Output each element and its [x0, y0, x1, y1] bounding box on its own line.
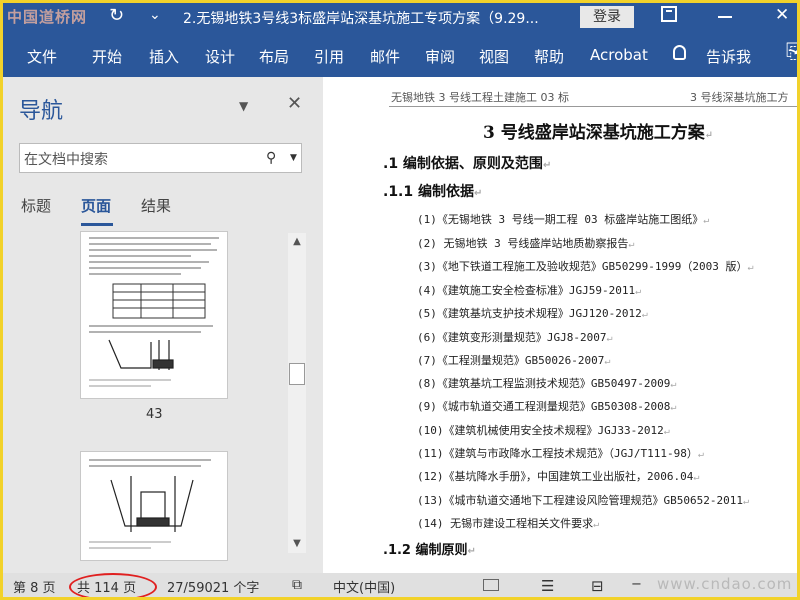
word-count[interactable]: 27/59021 个字: [167, 577, 259, 596]
zoom-out-icon[interactable]: −: [631, 577, 642, 592]
reference-item: (3)《地下铁道工程施工及验收规范》GB50299-1999（2003 版）↵: [417, 260, 754, 273]
lightbulb-icon[interactable]: [673, 45, 686, 60]
tab-home[interactable]: 开始: [92, 46, 122, 67]
reference-item: (8)《建筑基坑工程监测技术规范》GB50497-2009↵: [417, 377, 677, 390]
nav-search-box[interactable]: 在文档中搜索 ⚲ ▼: [19, 143, 302, 173]
ribbon-display-options-icon[interactable]: [661, 6, 677, 22]
tab-help[interactable]: 帮助: [534, 46, 564, 67]
tab-results[interactable]: 结果: [141, 195, 171, 216]
reference-item: (7)《工程测量规范》GB50026-2007↵: [417, 354, 611, 367]
reference-item: (12)《基坑降水手册》，中国建筑工业出版社，2006.04↵: [417, 470, 700, 483]
tab-view[interactable]: 视图: [479, 46, 509, 67]
thumbnail-page-number: 43: [146, 407, 163, 422]
reference-item: (11)《建筑与市政降水工程技术规范》（JGJ/T111-98）↵: [417, 447, 704, 460]
navigation-pane: 导航 ▼ ✕ 在文档中搜索 ⚲ ▼ 标题 页面 结果 43 ▲ ▼: [3, 77, 323, 573]
annotation-circle: [69, 573, 157, 597]
undo-icon[interactable]: ↻: [109, 5, 124, 26]
nav-pane-title: 导航: [19, 99, 64, 124]
active-tab-indicator: [81, 223, 113, 226]
language-indicator[interactable]: 中文(中国): [333, 577, 395, 596]
nav-scrollbar[interactable]: ▲ ▼: [288, 233, 306, 553]
reference-item: (9)《城市轨道交通工程测量规范》GB50308-2008↵: [417, 400, 677, 413]
quick-access-dropdown-icon[interactable]: ⌄: [149, 7, 161, 23]
nav-options-dropdown-icon[interactable]: ▼: [239, 99, 248, 113]
page-thumbnail-preview: [89, 459, 211, 549]
reference-item: (13)《城市轨道交通地下工程建设风险管理规范》GB50652-2011↵: [417, 494, 749, 507]
tab-references[interactable]: 引用: [314, 46, 344, 67]
tab-acrobat[interactable]: Acrobat: [590, 46, 648, 64]
reference-item: (5)《建筑基坑支护技术规程》JGJ120-2012↵: [417, 307, 648, 320]
tab-headings[interactable]: 标题: [21, 195, 51, 216]
web-layout-icon[interactable]: ⊟: [591, 577, 604, 595]
status-bar: 第 8 页 共 114 页 27/59021 个字 ⧉ 中文(中国) ☰ ⊟ −…: [3, 573, 797, 597]
reference-item: (2) 无锡地铁 3 号线盛岸站地质勘察报告↵: [417, 237, 635, 250]
tab-insert[interactable]: 插入: [149, 46, 179, 67]
nav-search-input[interactable]: 在文档中搜索: [24, 149, 108, 169]
focus-mode-icon[interactable]: [483, 579, 499, 591]
title-bar: 中国道桥网 ↻ ⌄ 2.无锡地铁3号线3标盛岸站深基坑施工专项方案（9.29..…: [3, 3, 797, 31]
document-canvas[interactable]: 无锡地铁 3 号线工程土建施工 03 标 3 号线深基坑施工方 3 号线盛岸站深…: [323, 77, 797, 573]
ribbon-tabs: 文件 开始 插入 设计 布局 引用 邮件 审阅 视图 帮助 Acrobat 告诉…: [3, 31, 797, 77]
reference-item: (4)《建筑施工安全检查标准》JGJ59-2011↵: [417, 284, 642, 297]
tab-layout[interactable]: 布局: [259, 46, 289, 67]
tab-review[interactable]: 审阅: [425, 46, 455, 67]
tab-design[interactable]: 设计: [205, 46, 235, 67]
page-indicator[interactable]: 第 8 页: [13, 577, 56, 596]
reference-item: (6)《建筑变形测量规范》JGJ8-2007↵: [417, 331, 613, 344]
scroll-down-icon[interactable]: ▼: [288, 535, 306, 553]
page-header-right: 3 号线深基坑施工方: [690, 91, 789, 104]
tab-file[interactable]: 文件: [27, 46, 57, 67]
minimize-icon[interactable]: [718, 16, 732, 18]
search-icon[interactable]: ⚲: [266, 150, 276, 166]
print-layout-icon[interactable]: ☰: [541, 577, 554, 595]
section-heading: .1 编制依据、原则及范围↵: [383, 156, 552, 172]
reference-item: (10)《建筑机械使用安全技术规程》JGJ33-2012↵: [417, 424, 670, 437]
page-thumbnail[interactable]: [80, 231, 228, 399]
subsection-heading: .1.2 编制原则↵: [383, 543, 476, 558]
search-options-dropdown-icon[interactable]: ▼: [290, 153, 297, 163]
subsection-heading: .1.1 编制依据↵: [383, 184, 483, 200]
reference-item: (14) 无锡市建设工程相关文件要求↵: [417, 517, 600, 530]
share-icon[interactable]: ⎘: [786, 39, 797, 63]
scroll-up-icon[interactable]: ▲: [288, 233, 306, 251]
app-window: 中国道桥网 ↻ ⌄ 2.无锡地铁3号线3标盛岸站深基坑施工专项方案（9.29..…: [0, 0, 800, 600]
login-button[interactable]: 登录: [580, 6, 634, 28]
nav-close-icon[interactable]: ✕: [287, 93, 302, 114]
document-heading: 3 号线盛岸站深基坑施工方案↵: [483, 123, 714, 143]
watermark-logo: www.cndao.com: [657, 575, 793, 593]
page-thumbnail[interactable]: [80, 451, 228, 561]
page-thumbnail-preview: [89, 237, 219, 387]
tab-pages[interactable]: 页面: [81, 195, 111, 216]
scroll-thumb[interactable]: [289, 363, 305, 385]
tab-mailings[interactable]: 邮件: [370, 46, 400, 67]
header-divider: [389, 106, 797, 107]
reference-item: (1)《无锡地铁 3 号线一期工程 03 标盛岸站施工图纸》↵: [417, 213, 710, 226]
page-header-left: 无锡地铁 3 号线工程土建施工 03 标: [391, 91, 569, 104]
watermark-logo: 中国道桥网: [7, 8, 88, 26]
document-title: 2.无锡地铁3号线3标盛岸站深基坑施工专项方案（9.29...: [183, 11, 539, 27]
tell-me-search[interactable]: 告诉我: [706, 46, 751, 67]
close-window-icon[interactable]: ✕: [775, 5, 789, 25]
proofing-icon[interactable]: ⧉: [292, 577, 302, 593]
